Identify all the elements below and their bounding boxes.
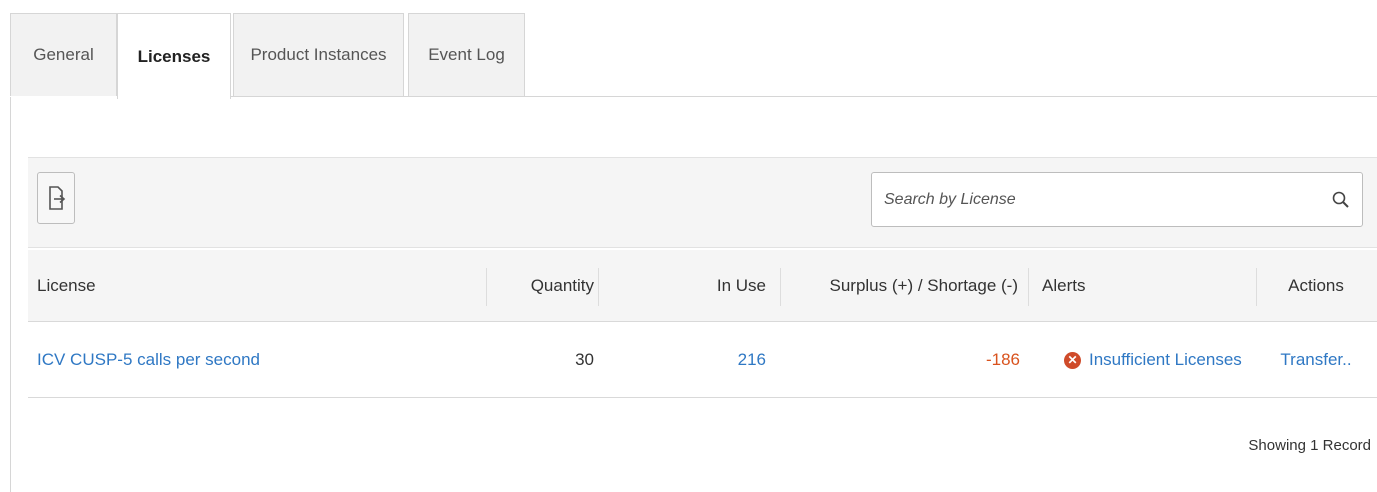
- tab-event-log[interactable]: Event Log: [408, 13, 525, 96]
- quantity-cell: 30: [575, 350, 594, 369]
- table-header: License Quantity In Use Surplus (+) / Sh…: [28, 250, 1377, 322]
- panel-border: [10, 97, 11, 492]
- search-box: [871, 172, 1363, 227]
- in-use-link[interactable]: 216: [668, 322, 766, 398]
- tab-label: Product Instances: [250, 45, 387, 64]
- tab-label: Licenses: [137, 46, 211, 66]
- table-toolbar: [28, 157, 1377, 248]
- tab-general[interactable]: General: [10, 13, 117, 96]
- column-divider: [598, 268, 599, 306]
- search-input[interactable]: [872, 173, 1312, 226]
- tab-label: Event Log: [428, 45, 505, 64]
- record-count: Showing 1 Record: [1248, 437, 1371, 454]
- column-header-quantity[interactable]: Quantity: [498, 250, 594, 322]
- transfer-action-link[interactable]: Transfer..: [1266, 322, 1366, 398]
- column-header-in-use[interactable]: In Use: [668, 250, 766, 322]
- column-divider: [1256, 268, 1257, 306]
- column-header-actions[interactable]: Actions: [1266, 250, 1366, 322]
- export-button[interactable]: [37, 172, 75, 224]
- error-icon: ✕: [1064, 351, 1081, 369]
- column-divider: [780, 268, 781, 306]
- export-icon: [49, 186, 66, 210]
- column-header-license[interactable]: License: [37, 250, 96, 322]
- alert-cell: ✕ Insufficient Licenses: [1064, 322, 1242, 398]
- table-row: ICV CUSP-5 calls per second 30 216 -186 …: [28, 322, 1377, 398]
- license-name-link[interactable]: ICV CUSP-5 calls per second: [37, 322, 260, 398]
- tab-bar-divider: [230, 96, 1377, 97]
- tab-licenses[interactable]: Licenses: [117, 13, 231, 99]
- column-divider: [1028, 268, 1029, 306]
- column-divider: [486, 268, 487, 306]
- column-header-surplus-shortage[interactable]: Surplus (+) / Shortage (-): [788, 250, 1019, 322]
- tab-label: General: [33, 45, 94, 64]
- search-icon[interactable]: [1330, 189, 1352, 211]
- tab-bar: General Licenses Product Instances Event…: [0, 0, 1377, 99]
- column-header-alerts[interactable]: Alerts: [1042, 250, 1085, 322]
- tab-product-instances[interactable]: Product Instances: [233, 13, 404, 96]
- insufficient-licenses-link[interactable]: Insufficient Licenses: [1089, 350, 1242, 370]
- surplus-shortage-cell: -186: [985, 350, 1020, 369]
